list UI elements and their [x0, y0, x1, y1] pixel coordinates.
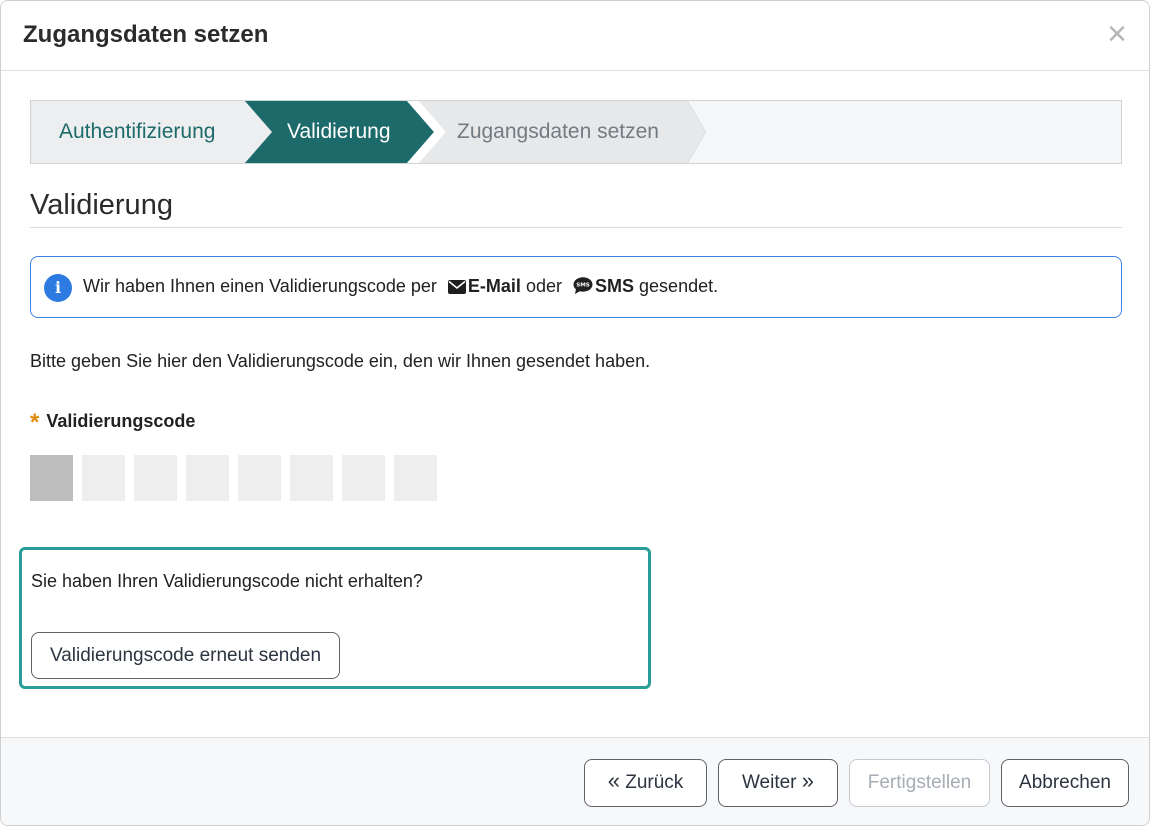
code-digit-1[interactable]	[30, 455, 73, 501]
cancel-button[interactable]: Abbrechen	[1001, 759, 1129, 807]
double-chevron-left-icon: «	[607, 768, 620, 793]
code-digit-4[interactable]	[186, 455, 229, 501]
info-icon: i	[44, 274, 72, 302]
info-message: Wir haben Ihnen einen Validierungscode p…	[83, 276, 718, 297]
section-title: Validierung	[30, 189, 173, 221]
step-authentifizierung[interactable]: Authentifizierung	[31, 101, 271, 163]
dialog-title: Zugangsdaten setzen	[23, 21, 269, 48]
back-label: Zurück	[625, 772, 684, 793]
dialog-footer: « Zurück Weiter » Fertigstellen Abbreche…	[1, 737, 1149, 825]
info-text-before: Wir haben Ihnen einen Validierungscode p…	[83, 276, 437, 296]
resend-panel: Sie haben Ihren Validierungscode nicht e…	[19, 547, 651, 689]
resend-code-button[interactable]: Validierungscode erneut senden	[31, 632, 340, 679]
step-zugangsdaten-setzen: Zugangsdaten setzen	[457, 120, 659, 143]
info-text-after: gesendet.	[639, 276, 719, 296]
code-digit-3[interactable]	[134, 455, 177, 501]
resend-question: Sie haben Ihren Validierungscode nicht e…	[31, 571, 423, 591]
code-field-label: * Validierungscode	[30, 409, 195, 437]
code-digit-8[interactable]	[394, 455, 437, 501]
envelope-icon	[447, 280, 466, 294]
stepper: Authentifizierung Validierung Zugangsdat…	[30, 100, 1122, 164]
next-button[interactable]: Weiter »	[718, 759, 838, 807]
double-chevron-right-icon: »	[801, 768, 815, 793]
code-digit-5[interactable]	[238, 455, 281, 501]
stepper-rest	[706, 101, 1121, 163]
code-digit-7[interactable]	[342, 455, 385, 501]
info-alert: i Wir haben Ihnen einen Validierungscode…	[30, 256, 1122, 318]
required-asterisk-icon: *	[30, 409, 40, 436]
code-digit-2[interactable]	[82, 455, 125, 501]
next-label: Weiter	[741, 772, 797, 793]
info-connector: oder	[525, 276, 562, 296]
dialog-header: Zugangsdaten setzen ×	[1, 1, 1149, 71]
finish-button[interactable]: Fertigstellen	[849, 759, 990, 807]
info-email-label: E-Mail	[467, 276, 521, 296]
close-icon[interactable]: ×	[1105, 17, 1129, 51]
section-divider	[30, 227, 1122, 228]
code-label-text: Validierungscode	[46, 411, 196, 431]
code-digit-6[interactable]	[290, 455, 333, 501]
sms-icon: SMS	[573, 277, 593, 294]
info-sms-label: SMS	[595, 276, 635, 296]
step-validierung[interactable]: Validierung	[245, 101, 435, 163]
instruction-text: Bitte geben Sie hier den Validierungscod…	[30, 351, 651, 371]
back-button[interactable]: « Zurück	[584, 759, 707, 807]
svg-text:SMS: SMS	[576, 283, 590, 289]
dialog: Zugangsdaten setzen × Authentifizierung …	[0, 0, 1150, 826]
